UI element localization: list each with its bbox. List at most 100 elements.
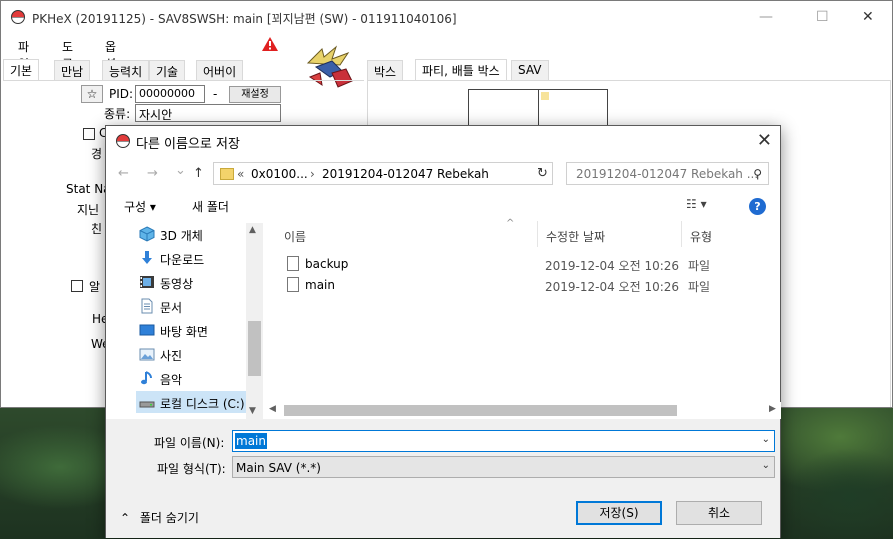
file-type: 파일 <box>688 259 711 273</box>
tab-met[interactable]: 만남 <box>54 60 91 80</box>
save-button[interactable]: 저장(S) <box>576 501 662 525</box>
music-icon <box>141 371 152 385</box>
party-slots[interactable] <box>468 89 608 130</box>
tab-ot[interactable]: 어버이 <box>196 60 244 80</box>
file-modified: 2019-12-04 오전 10:26 <box>545 280 680 294</box>
hide-folders-toggle[interactable]: ⌃ 폴더 숨기기 <box>120 509 199 526</box>
right-tab-strip: 박스 파티, 배틀 박스 SAV <box>367 59 567 81</box>
search-icon: ⚲ <box>753 167 762 181</box>
dialog-close-button[interactable]: ✕ <box>757 130 772 151</box>
nav-item-music[interactable]: 음악 <box>136 367 260 389</box>
filename-label: 파일 이름(N): <box>154 436 225 450</box>
checkbox-nickname[interactable] <box>83 128 95 140</box>
slot-marker <box>541 92 549 100</box>
nav-item-desktop[interactable]: 바탕 화면 <box>136 319 260 341</box>
reroll-button[interactable]: 재설정 <box>229 86 281 103</box>
cancel-button[interactable]: 취소 <box>676 501 762 525</box>
document-icon <box>141 298 153 314</box>
scrollbar-thumb[interactable] <box>284 405 677 416</box>
species-label: 종류: <box>104 107 131 121</box>
organize-button[interactable]: 구성 ▾ <box>124 198 156 215</box>
nav-item-pictures[interactable]: 사진 <box>136 343 260 365</box>
stat-nature-label: Stat Na <box>66 182 111 196</box>
file-icon <box>287 277 299 292</box>
scroll-right-icon[interactable]: ▶ <box>769 404 776 414</box>
nav-item-3d-objects[interactable]: 3D 개체 <box>136 223 260 245</box>
dialog-title: 다른 이름으로 저장 <box>136 137 240 152</box>
nav-item-documents[interactable]: 문서 <box>136 295 260 317</box>
filetype-label: 파일 형식(T): <box>157 462 226 476</box>
close-button[interactable]: ✕ <box>862 9 874 25</box>
scrollbar-thumb[interactable] <box>248 321 261 376</box>
scroll-left-icon[interactable]: ◀ <box>269 404 276 414</box>
nav-item-local-disk[interactable]: 로컬 디스크 (C:) <box>136 391 260 413</box>
breadcrumb-segment[interactable]: 0x0100... <box>251 167 308 181</box>
tab-stats[interactable]: 능력치 <box>102 60 150 80</box>
held-item-label: 지닌 <box>77 203 100 217</box>
nav-item-label: 사진 <box>160 349 183 363</box>
scroll-up-icon[interactable]: ▲ <box>249 225 256 235</box>
file-row[interactable]: backup 2019-12-04 오전 10:26 파일 <box>284 254 764 274</box>
friendship-label: 친 <box>91 222 103 236</box>
maximize-button[interactable]: ☐ <box>816 9 829 25</box>
hide-folders-label: 폴더 숨기기 <box>139 511 199 525</box>
shiny-star-button[interactable]: ☆ <box>81 85 103 103</box>
navigation-scrollbar[interactable]: ▲ ▼ <box>246 223 263 419</box>
tab-party-battle-box[interactable]: 파티, 배틀 박스 <box>415 59 507 81</box>
search-input[interactable]: 20191204-012047 Rebekah ... <box>576 167 758 181</box>
nav-item-label: 동영상 <box>160 277 194 291</box>
nav-item-downloads[interactable]: 다운로드 <box>136 247 260 269</box>
nav-item-label: 로컬 디스크 (C:) <box>160 397 245 411</box>
pid-dash: - <box>213 87 218 101</box>
address-bar[interactable]: « 0x0100... › 20191204-012047 Rebekah ⌄ <box>213 162 637 185</box>
column-header-name[interactable]: 이름 <box>276 221 538 247</box>
back-arrow-icon[interactable]: ← <box>118 166 129 181</box>
download-icon <box>142 251 152 264</box>
nav-item-label: 문서 <box>160 301 183 315</box>
up-arrow-icon[interactable]: ↑ <box>193 166 204 181</box>
column-header-modified[interactable]: 수정한 날짜 <box>538 221 682 247</box>
chevron-down-icon[interactable]: ⌄ <box>762 434 770 445</box>
forward-arrow-icon[interactable]: → <box>147 166 158 181</box>
species-select[interactable]: 자시안 <box>135 104 281 122</box>
horizontal-scrollbar[interactable]: ◀ ▶ <box>266 402 781 419</box>
pid-label: PID: <box>109 87 134 101</box>
chevron-up-icon: ⌃ <box>120 511 131 525</box>
breadcrumb-separator: › <box>310 167 315 181</box>
refresh-icon[interactable]: ↻ <box>537 166 553 189</box>
address-overflow[interactable]: « <box>237 167 244 181</box>
breadcrumb-segment[interactable]: 20191204-012047 Rebekah <box>322 167 489 181</box>
title-bar: PKHeX (20191125) - SAV8SWSH: main [꾀지남편 … <box>1 1 892 35</box>
column-header-type[interactable]: 유형 <box>682 221 781 247</box>
tab-box[interactable]: 박스 <box>367 60 404 80</box>
slot-divider <box>538 90 539 130</box>
cube-3d-icon <box>139 226 155 242</box>
nav-item-label: 바탕 화면 <box>160 325 208 339</box>
nav-item-videos[interactable]: 동영상 <box>136 271 260 293</box>
filename-field[interactable]: main ⌄ <box>232 430 775 452</box>
tab-main[interactable]: 기본 <box>3 59 40 81</box>
warning-icon[interactable] <box>262 37 278 51</box>
pid-input[interactable]: 00000000 <box>135 85 205 103</box>
folder-icon <box>220 168 234 180</box>
tab-sav[interactable]: SAV <box>511 60 549 80</box>
tab-moves[interactable]: 기술 <box>149 60 186 80</box>
pokeball-icon <box>116 134 130 148</box>
view-options-icon[interactable]: ☷ ▾ <box>686 197 707 211</box>
minimize-button[interactable]: — <box>759 9 773 25</box>
filetype-select[interactable]: Main SAV (*.*) ⌄ <box>232 456 775 478</box>
recent-locations-icon[interactable]: ⌄ <box>175 163 186 178</box>
filename-value[interactable]: main <box>235 433 267 449</box>
chevron-down-icon[interactable]: ⌄ <box>762 460 770 471</box>
command-bar: 구성 ▾ 새 폴더 ☷ ▾ ? <box>106 191 780 221</box>
new-folder-button[interactable]: 새 폴더 <box>192 198 229 215</box>
help-icon[interactable]: ? <box>749 198 766 215</box>
search-box[interactable]: 20191204-012047 Rebekah ... ⚲ <box>566 162 769 185</box>
navigation-pane: 3D 개체 다운로드 동영상 문서 바탕 화면 사진 음악 로컬 디스크 (C:… <box>106 221 262 419</box>
checkbox-egg[interactable] <box>71 280 83 292</box>
exp-label: 경 <box>91 147 103 161</box>
file-name: main <box>305 278 335 292</box>
file-row[interactable]: main 2019-12-04 오전 10:26 파일 <box>284 275 764 295</box>
file-modified: 2019-12-04 오전 10:26 <box>545 259 680 273</box>
scroll-down-icon[interactable]: ▼ <box>249 406 256 416</box>
